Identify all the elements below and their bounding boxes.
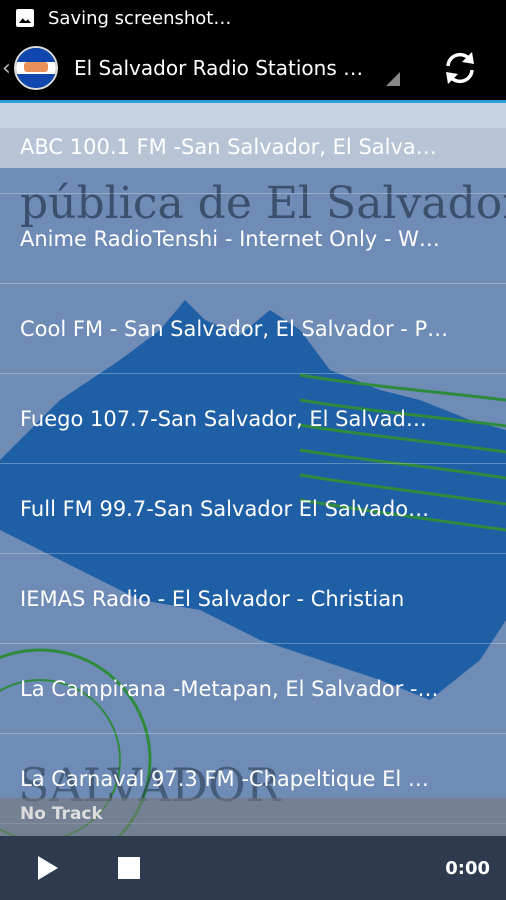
station-name: Anime RadioTenshi - Internet Only - W… (20, 226, 440, 251)
list-item[interactable]: IEMAS Radio - El Salvador - Christian (0, 554, 506, 644)
list-item[interactable]: Anime RadioTenshi - Internet Only - W… (0, 194, 506, 284)
station-name: Full FM 99.7-San Salvador El Salvado… (20, 496, 430, 521)
station-name: IEMAS Radio - El Salvador - Christian (20, 586, 405, 611)
status-bar: Saving screenshot… (0, 0, 506, 36)
station-name: Fuego 107.7-San Salvador, El Salvad… (20, 406, 427, 431)
refresh-icon[interactable] (440, 48, 480, 88)
station-name: ABC 100.1 FM -San Salvador, El Salva… (20, 134, 437, 159)
list-item[interactable]: ABC 100.1 FM -San Salvador, El Salva… (0, 100, 506, 194)
action-bar: ‹ El Salvador Radio Stations A… (0, 36, 506, 103)
station-name: Cool FM - San Salvador, El Salvador - P… (20, 316, 449, 341)
dropdown-indicator-icon[interactable] (386, 72, 400, 86)
player-controls: 0:00 (0, 836, 506, 900)
page-title[interactable]: El Salvador Radio Stations A… (74, 56, 374, 80)
station-name: La Carnaval 97.3 FM -Chapeltique El … (20, 766, 429, 791)
list-item[interactable]: Fuego 107.7-San Salvador, El Salvad… (0, 374, 506, 464)
station-list: ABC 100.1 FM -San Salvador, El Salva… An… (0, 100, 506, 824)
elapsed-time: 0:00 (445, 857, 490, 879)
play-icon[interactable] (38, 856, 58, 880)
stop-icon[interactable] (118, 857, 140, 879)
list-item[interactable]: Cool FM - San Salvador, El Salvador - P… (0, 284, 506, 374)
status-notification-text: Saving screenshot… (48, 7, 232, 29)
list-item[interactable]: Full FM 99.7-San Salvador El Salvado… (0, 464, 506, 554)
screen: pública de El Salvador SALVADOR Saving s… (0, 0, 506, 900)
station-name: La Campirana -Metapan, El Salvador -… (20, 676, 439, 701)
track-label: No Track (20, 804, 103, 824)
app-logo-icon[interactable] (14, 46, 58, 90)
screenshot-notification-icon (16, 9, 34, 27)
now-playing-bar: No Track (0, 798, 506, 836)
chevron-left-icon[interactable]: ‹ (2, 56, 14, 81)
list-item[interactable]: La Campirana -Metapan, El Salvador -… (0, 644, 506, 734)
